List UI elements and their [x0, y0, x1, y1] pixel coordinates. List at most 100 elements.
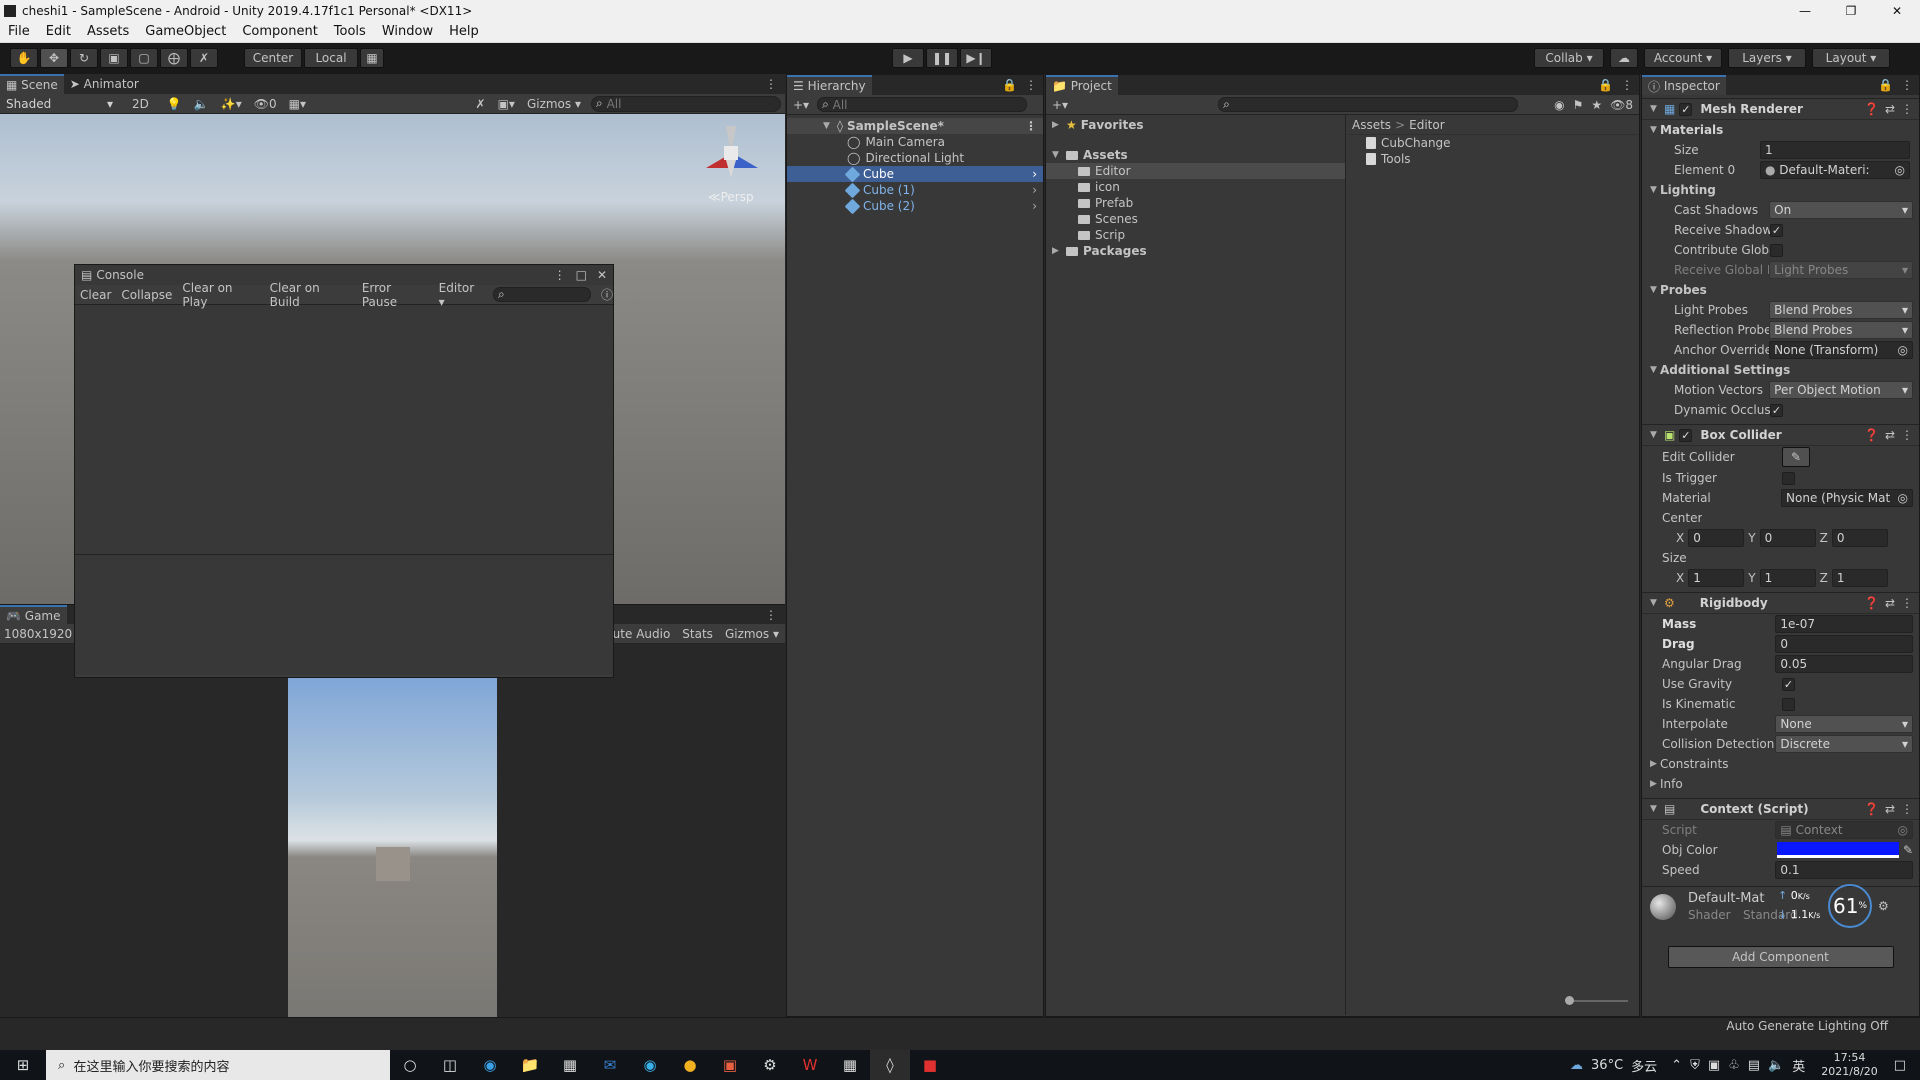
steam-icon[interactable]: ⚙	[750, 1050, 790, 1080]
is-kinematic-checkbox[interactable]	[1782, 697, 1795, 711]
component-menu-icon[interactable]: ⋮	[1901, 102, 1913, 116]
grid-toggle-icon[interactable]: ▦▾	[289, 97, 306, 111]
anchor-override-field[interactable]: None (Transform) ◎	[1769, 341, 1913, 359]
file-explorer-icon[interactable]: 📁	[510, 1050, 550, 1080]
additional-settings-foldout[interactable]: ▼ Additional Settings	[1650, 360, 1913, 380]
scene-root-item[interactable]: ▼ ◊ SampleScene* ⋮	[787, 118, 1043, 134]
preset-icon[interactable]: ⇄	[1885, 802, 1895, 816]
shading-mode-dropdown[interactable]: Shaded ▾	[2, 94, 117, 113]
reflection-probes-dropdown[interactable]: Blend Probes ▾	[1769, 321, 1913, 339]
folder-item-scenes[interactable]: Scenes	[1046, 211, 1345, 227]
app-yellow-icon[interactable]: ●	[670, 1050, 710, 1080]
menu-assets[interactable]: Assets	[79, 24, 137, 39]
inspector-menu-icon[interactable]: ⋮	[1901, 78, 1913, 92]
component-header-mesh-renderer[interactable]: ▼ ▦ ✓ Mesh Renderer ❓ ⇄ ⋮	[1642, 98, 1919, 120]
tab-inspector[interactable]: ⓘ Inspector	[1642, 75, 1726, 95]
tray-app-icon[interactable]: ▣	[1708, 1058, 1720, 1073]
material-preview-header[interactable]: Default-Mat Shader Standard ↑ 0K/s ↓ 1.1K…	[1642, 884, 1919, 928]
component-header-rigidbody[interactable]: ▼ ⚙ Rigidbody ❓ ⇄ ⋮	[1642, 592, 1919, 614]
element0-field[interactable]: ● Default-Materi: ◎	[1760, 161, 1910, 179]
folder-item-icon[interactable]: icon	[1046, 179, 1345, 195]
expand-arrow-icon[interactable]: ▼	[1650, 125, 1660, 135]
console-detail-area[interactable]	[75, 555, 613, 675]
file-item-cubchange[interactable]: CubChange	[1348, 135, 1638, 151]
center-z-field[interactable]: 0	[1831, 529, 1888, 547]
taskbar-clock[interactable]: 17:54 2021/8/20	[1821, 1051, 1877, 1079]
app-gallery-icon[interactable]: ▣	[710, 1050, 750, 1080]
filter-label-icon[interactable]: ⚑	[1573, 98, 1584, 112]
expand-arrow-icon[interactable]: ▼	[1650, 104, 1660, 114]
auto-lighting-status[interactable]: Auto Generate Lighting Off	[1726, 1019, 1888, 1033]
folder-item-prefab[interactable]: Prefab	[1046, 195, 1345, 211]
help-icon[interactable]: ❓	[1864, 802, 1879, 816]
size-y-field[interactable]: 1	[1759, 569, 1816, 587]
pivot-local-button[interactable]: Local	[304, 48, 358, 68]
angular-drag-field[interactable]: 0.05	[1775, 655, 1913, 673]
close-icon[interactable]: ✕	[597, 268, 607, 282]
edge-browser-icon[interactable]: ◉	[470, 1050, 510, 1080]
tab-animator[interactable]: ➤ Animator	[64, 74, 145, 94]
hierarchy-item-main-camera[interactable]: ◯ Main Camera	[787, 134, 1043, 150]
create-dropdown[interactable]: +▾	[1052, 98, 1068, 112]
clear-on-play-button[interactable]: Clear on Play	[182, 281, 259, 309]
console-search-input[interactable]: ⌕	[493, 287, 591, 302]
object-picker-icon[interactable]: ◎	[1898, 491, 1908, 505]
obj-color-swatch[interactable]	[1776, 842, 1899, 858]
camera-dropdown-icon[interactable]: ▣▾	[498, 97, 515, 111]
console-log-area[interactable]	[75, 305, 613, 555]
is-trigger-checkbox[interactable]	[1782, 471, 1795, 485]
expand-arrow-icon[interactable]: ▼	[1650, 365, 1660, 375]
info-foldout[interactable]: ▶ Info	[1650, 774, 1913, 794]
notification-icon[interactable]: □	[1894, 1058, 1906, 1073]
app-red-icon[interactable]: ■	[910, 1050, 950, 1080]
rotate-tool-icon[interactable]: ↻	[70, 48, 98, 68]
lighting-toggle-icon[interactable]: 💡	[167, 97, 182, 111]
layers-dropdown[interactable]: Layers ▾	[1728, 48, 1806, 68]
ime-indicator[interactable]: 英	[1792, 1056, 1805, 1075]
stats-toggle[interactable]: Stats	[682, 627, 713, 641]
tray-chevron-up-icon[interactable]: ⌃	[1671, 1058, 1682, 1073]
clear-on-build-button[interactable]: Clear on Build	[270, 281, 352, 309]
scale-tool-icon[interactable]: ▣	[100, 48, 128, 68]
menu-component[interactable]: Component	[234, 24, 325, 39]
favorite-star-icon[interactable]: ★	[1591, 98, 1602, 112]
menu-file[interactable]: File	[0, 24, 38, 39]
unity-taskbar-icon[interactable]: ◊	[870, 1050, 910, 1080]
menu-tools[interactable]: Tools	[326, 24, 374, 39]
packages-item[interactable]: ▶ Packages	[1046, 243, 1345, 259]
expand-arrow-icon[interactable]: ▼	[1650, 185, 1660, 195]
expand-arrow-icon[interactable]: ▶	[1052, 120, 1062, 130]
file-item-tools[interactable]: Tools	[1348, 151, 1638, 167]
collab-dropdown[interactable]: Collab ▾	[1534, 48, 1604, 68]
interpolate-dropdown[interactable]: None ▾	[1775, 715, 1913, 733]
expand-arrow-icon[interactable]: ▼	[1650, 804, 1660, 814]
lock-icon[interactable]: 🔒	[1598, 78, 1613, 92]
scene-orientation-gizmo[interactable]	[692, 126, 772, 186]
receive-shadows-checkbox[interactable]: ✓	[1770, 223, 1783, 237]
contribute-gi-checkbox[interactable]	[1770, 243, 1783, 257]
favorites-item[interactable]: ▶ ★ Favorites	[1046, 117, 1345, 133]
size-z-field[interactable]: 1	[1831, 569, 1888, 587]
persp-label[interactable]: ≪ Persp	[708, 190, 754, 204]
filter-type-icon[interactable]: ◉	[1554, 98, 1564, 112]
center-y-field[interactable]: 0	[1759, 529, 1816, 547]
tray-bell-icon[interactable]: ♧	[1728, 1058, 1740, 1073]
browser-icon[interactable]: ◉	[630, 1050, 670, 1080]
hierarchy-menu-icon[interactable]: ⋮	[1025, 78, 1037, 92]
constraints-foldout[interactable]: ▶ Constraints	[1650, 754, 1913, 774]
dynamic-occlusion-checkbox[interactable]: ✓	[1770, 403, 1783, 417]
tab-project[interactable]: 📁 Project	[1046, 75, 1118, 95]
collapse-button[interactable]: Collapse	[121, 288, 172, 302]
zoom-slider[interactable]	[1565, 996, 1628, 1005]
wps-icon[interactable]: W	[790, 1050, 830, 1080]
terminal-icon[interactable]: ▦	[830, 1050, 870, 1080]
zoom-slider-thumb[interactable]	[1565, 996, 1574, 1005]
layout-dropdown[interactable]: Layout ▾	[1812, 48, 1890, 68]
maximize-icon[interactable]: □	[576, 268, 587, 282]
materials-foldout[interactable]: ▼ Materials	[1650, 120, 1913, 140]
enable-checkbox[interactable]: ✓	[1679, 428, 1693, 442]
component-header-context-script[interactable]: ▼ ▤ Context (Script) ❓ ⇄ ⋮	[1642, 798, 1919, 820]
hand-tool-icon[interactable]: ✋	[10, 48, 38, 68]
folder-item-editor[interactable]: Editor	[1046, 163, 1345, 179]
windows-start-icon[interactable]: ⊞	[0, 1050, 46, 1080]
